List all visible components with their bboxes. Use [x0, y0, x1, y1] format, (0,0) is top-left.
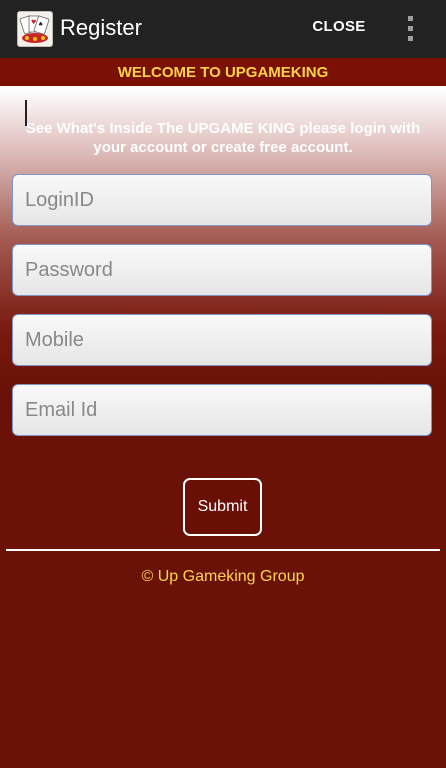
copyright-text: © Up Gameking Group	[141, 568, 305, 585]
register-form-area: See What's Inside The UPGAME KING please…	[0, 89, 446, 768]
footer-divider	[6, 549, 440, 551]
screen-title: Register	[60, 15, 142, 40]
mobile-input[interactable]	[12, 314, 432, 366]
email-input[interactable]	[12, 384, 432, 436]
action-bar: ♥ ♠ Register CLOSE	[0, 0, 446, 58]
intro-text: See What's Inside The UPGAME KING please…	[25, 120, 421, 156]
playing-cards-icon: ♥ ♠	[19, 15, 50, 43]
submit-button[interactable]: Submit	[183, 478, 262, 536]
svg-text:♠: ♠	[38, 21, 43, 28]
playing-cards-app-icon[interactable]: ♥ ♠	[17, 11, 53, 47]
password-input[interactable]	[12, 244, 432, 296]
overflow-menu-icon[interactable]	[400, 14, 422, 44]
close-button[interactable]: CLOSE	[304, 18, 374, 40]
svg-text:♥: ♥	[31, 19, 36, 26]
welcome-banner: WELCOME TO UPGAMEKING	[0, 58, 446, 89]
loginid-input[interactable]	[12, 174, 432, 226]
text-cursor	[25, 100, 27, 126]
